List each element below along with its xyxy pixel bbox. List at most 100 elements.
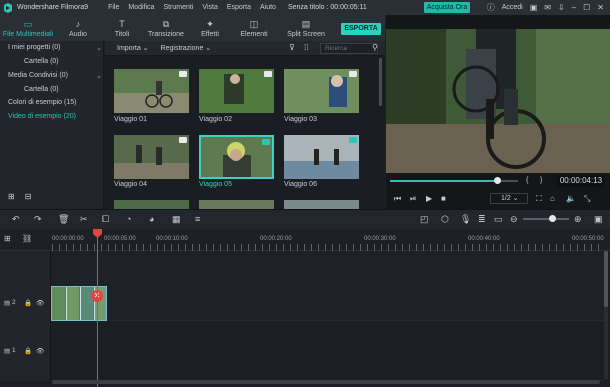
snapshot-icon[interactable]: ⌂ <box>550 195 555 203</box>
lock-icon[interactable]: 🔒 <box>24 299 32 307</box>
timeline-horizontal-scrollbar[interactable] <box>52 380 600 384</box>
add-track-icon[interactable]: ⊞ <box>4 235 11 243</box>
redo-icon[interactable]: ↷ <box>34 215 42 224</box>
microphone-icon[interactable]: 🎙 <box>460 215 471 224</box>
tab-titoli[interactable]: T Titoli <box>100 15 144 38</box>
play-pause-icon[interactable]: ⏯ <box>410 195 416 203</box>
media-thumb-viaggio-01[interactable] <box>114 69 189 113</box>
timeline-zoom-slider[interactable] <box>523 218 569 220</box>
menu-vista[interactable]: Vista <box>202 4 217 11</box>
voiceover-icon[interactable]: ≣ <box>478 215 486 224</box>
mark-out-icon[interactable]: } <box>540 177 542 184</box>
sidebar-item-folder[interactable]: Cartella (0) <box>24 58 59 65</box>
sidebar-item-sample-colors[interactable]: Colori di esempio (15) <box>8 99 76 106</box>
play-icon[interactable]: ▶ <box>426 195 432 203</box>
tab-transizione[interactable]: ⧉ Transizione <box>144 15 188 38</box>
menu-file[interactable]: File <box>108 4 119 11</box>
record-dropdown[interactable]: Registrazione ⌄ <box>161 44 212 52</box>
track-header-1: ▤ 1 🔒 👁 <box>0 321 51 381</box>
delete-icon[interactable]: 🗑 <box>58 215 69 224</box>
mail-icon[interactable]: ✉ <box>544 3 551 12</box>
render-icon[interactable]: ◰ <box>420 215 429 224</box>
fullscreen-icon[interactable]: ⛶ <box>536 195 542 203</box>
minimize-icon[interactable]: – <box>572 3 576 12</box>
timeline-vertical-scrollbar[interactable] <box>604 251 608 379</box>
visibility-icon[interactable]: 👁 <box>36 347 44 355</box>
new-folder-icon[interactable]: ⊞ <box>8 193 15 201</box>
tab-audio[interactable]: ♪ Audio <box>56 15 100 38</box>
filter-icon[interactable]: ⊽ <box>289 44 295 52</box>
crop-icon[interactable]: ⧠ <box>102 215 109 224</box>
timeline-ruler[interactable]: ⊞ ⛓ 00:00:00:00 00:00:05:00 00:00:10:00 … <box>0 229 610 251</box>
import-dropdown[interactable]: Importa ⌄ <box>117 44 149 52</box>
playhead-line[interactable] <box>97 230 98 387</box>
cut-icon[interactable]: ✂ <box>80 215 88 224</box>
track-row-1[interactable] <box>51 321 604 381</box>
tab-split-screen[interactable]: ▤ Split Screen <box>276 15 336 38</box>
sidebar-item-my-projects[interactable]: I miei progetti (0) <box>8 44 61 51</box>
search-icon[interactable]: ⚲ <box>372 44 378 52</box>
mark-in-icon[interactable]: { <box>526 177 528 184</box>
stop-icon[interactable]: ■ <box>441 195 446 203</box>
import-folder-icon[interactable]: ⊟ <box>25 193 32 201</box>
maximize-icon[interactable]: ☐ <box>583 3 590 12</box>
track-row-2[interactable] <box>51 251 604 321</box>
info-icon[interactable]: ⓘ <box>487 3 495 12</box>
search-input[interactable]: Ricerca <box>320 43 378 54</box>
audio-mixer-icon[interactable]: ≡ <box>195 215 200 224</box>
screen-icon[interactable]: ▭ <box>494 215 503 224</box>
color-icon[interactable]: ◕ <box>149 215 154 224</box>
media-thumb-viaggio-06[interactable] <box>284 135 359 179</box>
login-button[interactable]: Accedi <box>502 4 523 11</box>
playback-quality-select[interactable]: 1/2 ⌄ <box>490 193 528 204</box>
sidebar-item-shared-media[interactable]: Media Condivisi (0) <box>8 72 68 79</box>
marker-icon[interactable]: ⬡ <box>441 215 449 224</box>
green-screen-icon[interactable]: ▦ <box>172 215 181 224</box>
export-button[interactable]: ESPORTA <box>341 23 381 35</box>
preview-progress-handle[interactable] <box>494 177 501 184</box>
download-icon[interactable]: ⇩ <box>558 3 565 12</box>
media-type-badge <box>349 71 357 77</box>
zoom-in-icon[interactable]: ⊕ <box>574 215 582 224</box>
menu-aiuto[interactable]: Aiuto <box>260 4 276 11</box>
link-icon[interactable]: ⛓ <box>22 235 32 243</box>
resize-icon[interactable]: ⤡ <box>584 195 590 203</box>
media-thumb-viaggio-03[interactable] <box>284 69 359 113</box>
media-thumb-viaggio-05[interactable] <box>199 135 274 179</box>
media-type-badge <box>349 137 357 143</box>
sidebar-item-sample-videos[interactable]: Video di esempio (20) <box>8 113 76 120</box>
tab-effetti[interactable]: ✦ Effetti <box>188 15 232 38</box>
chevron-down-icon[interactable]: ⌄ <box>96 44 102 52</box>
close-icon[interactable]: ✕ <box>597 3 604 12</box>
scroll-thumb[interactable] <box>604 251 608 307</box>
media-type-badge <box>262 139 270 145</box>
thumb-label: Viaggio 01 <box>114 116 147 123</box>
buy-now-button[interactable]: Acquista Ora <box>424 2 470 13</box>
video-preview <box>386 29 610 173</box>
sidebar-item-folder[interactable]: Cartella (0) <box>24 86 59 93</box>
menu-esporta[interactable]: Esporta <box>227 4 251 11</box>
menu-modifica[interactable]: Modifica <box>128 4 154 11</box>
save-icon[interactable]: ▣ <box>530 3 538 12</box>
chevron-down-icon[interactable]: ⌄ <box>96 72 102 80</box>
grid-view-icon[interactable]: ⁞⁞ <box>304 44 308 52</box>
fit-timeline-icon[interactable]: ▣ <box>594 215 603 224</box>
speed-icon[interactable]: ◔ <box>126 215 131 224</box>
menu-strumenti[interactable]: Strumenti <box>163 4 193 11</box>
ruler-label: 00:00:10:00 <box>156 236 188 242</box>
video-track-icon: ▤ <box>4 300 11 307</box>
zoom-out-icon[interactable]: ⊖ <box>510 215 518 224</box>
previous-frame-icon[interactable]: ⏮ <box>394 195 401 203</box>
volume-icon[interactable]: 🔈 <box>566 195 576 203</box>
document-title: Senza titolo : 00:00:05:11 <box>287 4 367 11</box>
tab-file-multimediali[interactable]: ▭ File Multimediali <box>0 15 56 38</box>
media-type-badge <box>179 137 187 143</box>
visibility-icon[interactable]: 👁 <box>36 299 44 307</box>
media-thumb-viaggio-04[interactable] <box>114 135 189 179</box>
media-grid-scrollbar[interactable] <box>379 58 382 106</box>
media-thumb-viaggio-02[interactable] <box>199 69 274 113</box>
timeline-zoom-handle[interactable] <box>549 215 556 222</box>
undo-icon[interactable]: ↶ <box>12 215 20 224</box>
lock-icon[interactable]: 🔒 <box>24 347 32 355</box>
tab-elementi[interactable]: ◫ Elementi <box>232 15 276 38</box>
